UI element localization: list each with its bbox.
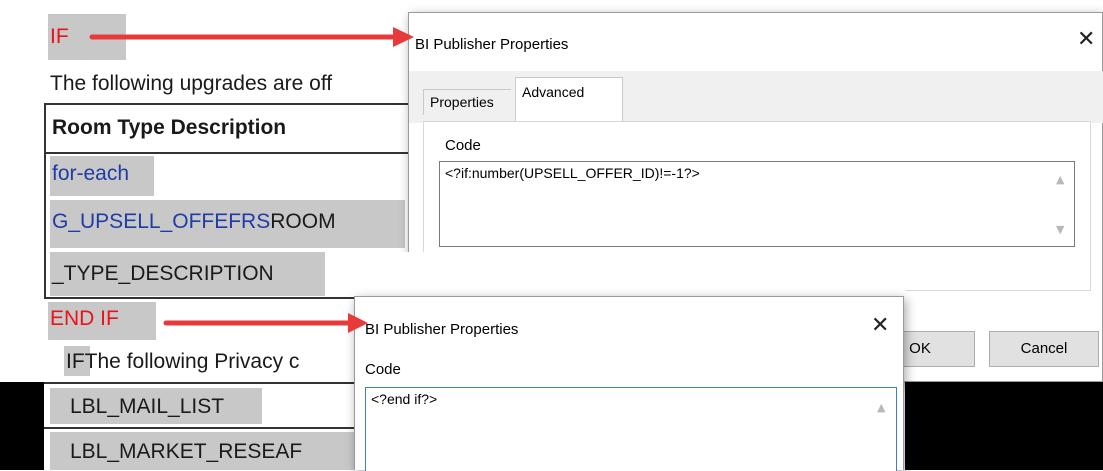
red-arrow	[89, 27, 414, 47]
red-arrow	[163, 313, 368, 333]
red-arrows	[89, 27, 414, 333]
